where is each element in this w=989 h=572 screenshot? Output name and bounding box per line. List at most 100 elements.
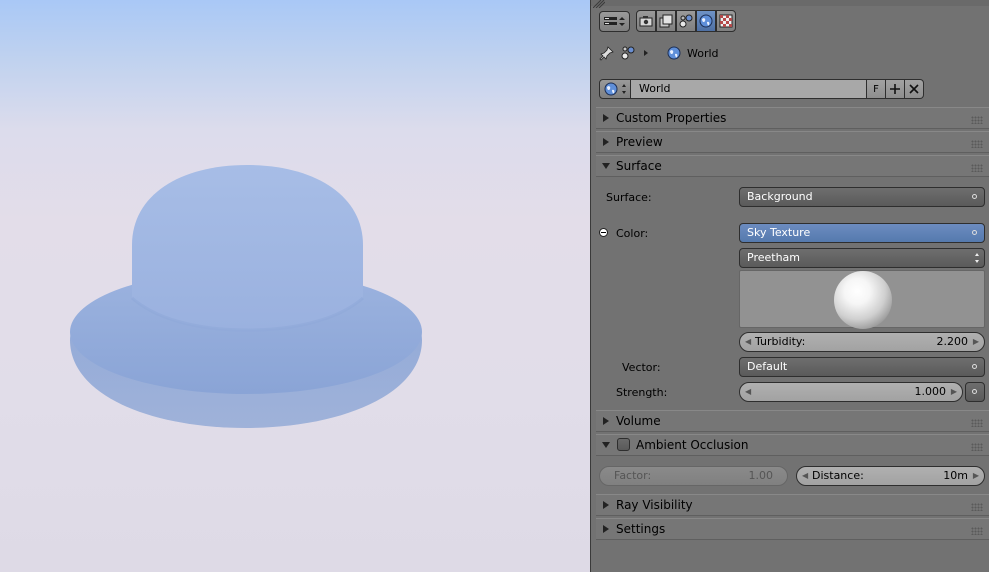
drag-grip-icon[interactable] bbox=[971, 443, 983, 451]
sky-type-value: Preetham bbox=[747, 251, 800, 264]
world-datablock-selector: World F bbox=[599, 79, 924, 99]
panel-settings[interactable]: Settings bbox=[596, 518, 989, 540]
increment-arrow-icon[interactable]: ▶ bbox=[951, 383, 957, 401]
collapse-input-icon[interactable] bbox=[599, 228, 608, 237]
chevron-right-icon bbox=[644, 50, 648, 56]
breadcrumb: World bbox=[599, 44, 719, 62]
properties-editor-icon bbox=[604, 17, 625, 26]
vector-label: Vector: bbox=[622, 361, 661, 374]
editor-type-button[interactable] bbox=[599, 11, 630, 32]
panel-title: Ambient Occlusion bbox=[636, 438, 749, 452]
chevron-right-icon bbox=[603, 114, 609, 122]
strength-label: Strength: bbox=[616, 386, 668, 399]
panel-surface[interactable]: Surface bbox=[596, 155, 989, 177]
ao-factor-label: Factor: bbox=[614, 469, 652, 482]
drag-grip-icon[interactable] bbox=[971, 116, 983, 124]
scene-icon bbox=[679, 14, 693, 28]
sky-type-dropdown[interactable]: Preetham bbox=[739, 248, 985, 268]
render-icon bbox=[639, 16, 653, 27]
panel-top-strip bbox=[591, 0, 989, 6]
breadcrumb-world-label: World bbox=[687, 46, 719, 60]
ambient-occlusion-checkbox[interactable] bbox=[617, 438, 630, 451]
area-corner-grip-icon[interactable] bbox=[593, 0, 605, 8]
tab-scene[interactable] bbox=[676, 10, 696, 32]
surface-label: Surface: bbox=[606, 191, 652, 204]
sun-direction-widget[interactable] bbox=[739, 270, 985, 329]
turbidity-field[interactable]: ◀ Turbidity: 2.200 ▶ bbox=[739, 332, 985, 352]
socket-dot-icon bbox=[972, 230, 977, 235]
decrement-arrow-icon[interactable]: ◀ bbox=[745, 383, 751, 401]
drag-grip-icon[interactable] bbox=[971, 527, 983, 535]
increment-arrow-icon[interactable]: ▶ bbox=[973, 333, 979, 351]
increment-arrow-icon[interactable]: ▶ bbox=[973, 467, 979, 485]
ao-distance-field[interactable]: ◀ Distance: 10m ▶ bbox=[796, 466, 985, 486]
tab-render[interactable] bbox=[636, 10, 656, 32]
unlink-world-button[interactable] bbox=[905, 79, 924, 99]
rendered-hat-object bbox=[70, 165, 422, 428]
panel-title: Ray Visibility bbox=[616, 498, 693, 512]
panel-title: Custom Properties bbox=[616, 111, 727, 125]
render-viewport[interactable] bbox=[0, 0, 590, 572]
panel-ray-visibility[interactable]: Ray Visibility bbox=[596, 494, 989, 516]
strength-value: 1.000 bbox=[914, 385, 947, 398]
panel-title: Settings bbox=[616, 522, 666, 536]
world-icon bbox=[699, 14, 713, 28]
drag-grip-icon[interactable] bbox=[971, 164, 983, 172]
turbidity-value: 2.200 bbox=[936, 335, 969, 348]
chevron-down-icon bbox=[602, 163, 610, 169]
panel-custom-properties[interactable]: Custom Properties bbox=[596, 107, 989, 129]
decrement-arrow-icon[interactable]: ◀ bbox=[745, 333, 751, 351]
panel-volume[interactable]: Volume bbox=[596, 410, 989, 432]
render-layers-icon bbox=[659, 14, 673, 28]
world-icon bbox=[604, 82, 617, 96]
color-input-field[interactable]: Sky Texture bbox=[739, 223, 985, 243]
ao-factor-value: 1.00 bbox=[748, 469, 774, 482]
decrement-arrow-icon[interactable]: ◀ bbox=[802, 467, 808, 485]
vector-input-field[interactable]: Default bbox=[739, 357, 985, 377]
chevron-right-icon bbox=[603, 525, 609, 533]
fake-user-button[interactable]: F bbox=[867, 79, 886, 99]
sun-direction-sphere[interactable] bbox=[834, 271, 892, 329]
socket-dot-icon bbox=[972, 364, 977, 369]
context-tabs bbox=[636, 10, 736, 32]
tab-texture[interactable] bbox=[716, 10, 736, 32]
drag-grip-icon[interactable] bbox=[971, 419, 983, 427]
drag-grip-icon[interactable] bbox=[971, 503, 983, 511]
pin-icon[interactable] bbox=[599, 45, 615, 61]
chevron-right-icon bbox=[603, 138, 609, 146]
chevron-right-icon bbox=[603, 417, 609, 425]
panel-title: Volume bbox=[616, 414, 661, 428]
browse-world-button[interactable] bbox=[599, 79, 631, 99]
tab-render-layers[interactable] bbox=[656, 10, 676, 32]
plus-icon bbox=[890, 84, 900, 94]
tab-world[interactable] bbox=[696, 10, 716, 32]
chevron-down-icon bbox=[602, 442, 610, 448]
panel-title: Preview bbox=[616, 135, 663, 149]
ao-factor-field[interactable]: Factor: 1.00 bbox=[599, 466, 788, 486]
ao-distance-label: Distance: bbox=[812, 469, 864, 482]
color-label: Color: bbox=[616, 227, 649, 240]
panel-preview[interactable]: Preview bbox=[596, 131, 989, 153]
socket-dot-icon bbox=[972, 194, 977, 199]
properties-panel: World World F Custom Properties Preview … bbox=[591, 0, 989, 572]
panel-title: Surface bbox=[616, 159, 662, 173]
up-down-arrows-icon bbox=[975, 253, 979, 263]
surface-shader-field[interactable]: Background bbox=[739, 187, 985, 207]
new-world-button[interactable] bbox=[886, 79, 905, 99]
texture-icon bbox=[719, 14, 733, 28]
strength-socket-button[interactable] bbox=[965, 382, 985, 402]
chevron-right-icon bbox=[603, 501, 609, 509]
drag-grip-icon[interactable] bbox=[971, 140, 983, 148]
panel-ambient-occlusion[interactable]: Ambient Occlusion bbox=[596, 434, 989, 456]
world-name-field[interactable]: World bbox=[631, 79, 867, 99]
close-icon bbox=[909, 84, 919, 94]
socket-dot-icon bbox=[972, 389, 977, 394]
strength-field[interactable]: ◀ 1.000 ▶ bbox=[739, 382, 963, 402]
surface-shader-value: Background bbox=[747, 190, 813, 203]
world-icon bbox=[667, 46, 681, 60]
turbidity-label: Turbidity: bbox=[755, 335, 806, 348]
up-down-arrows-icon bbox=[621, 84, 626, 94]
scene-icon bbox=[621, 46, 635, 60]
ao-distance-value: 10m bbox=[943, 469, 968, 482]
color-input-value: Sky Texture bbox=[747, 226, 811, 239]
